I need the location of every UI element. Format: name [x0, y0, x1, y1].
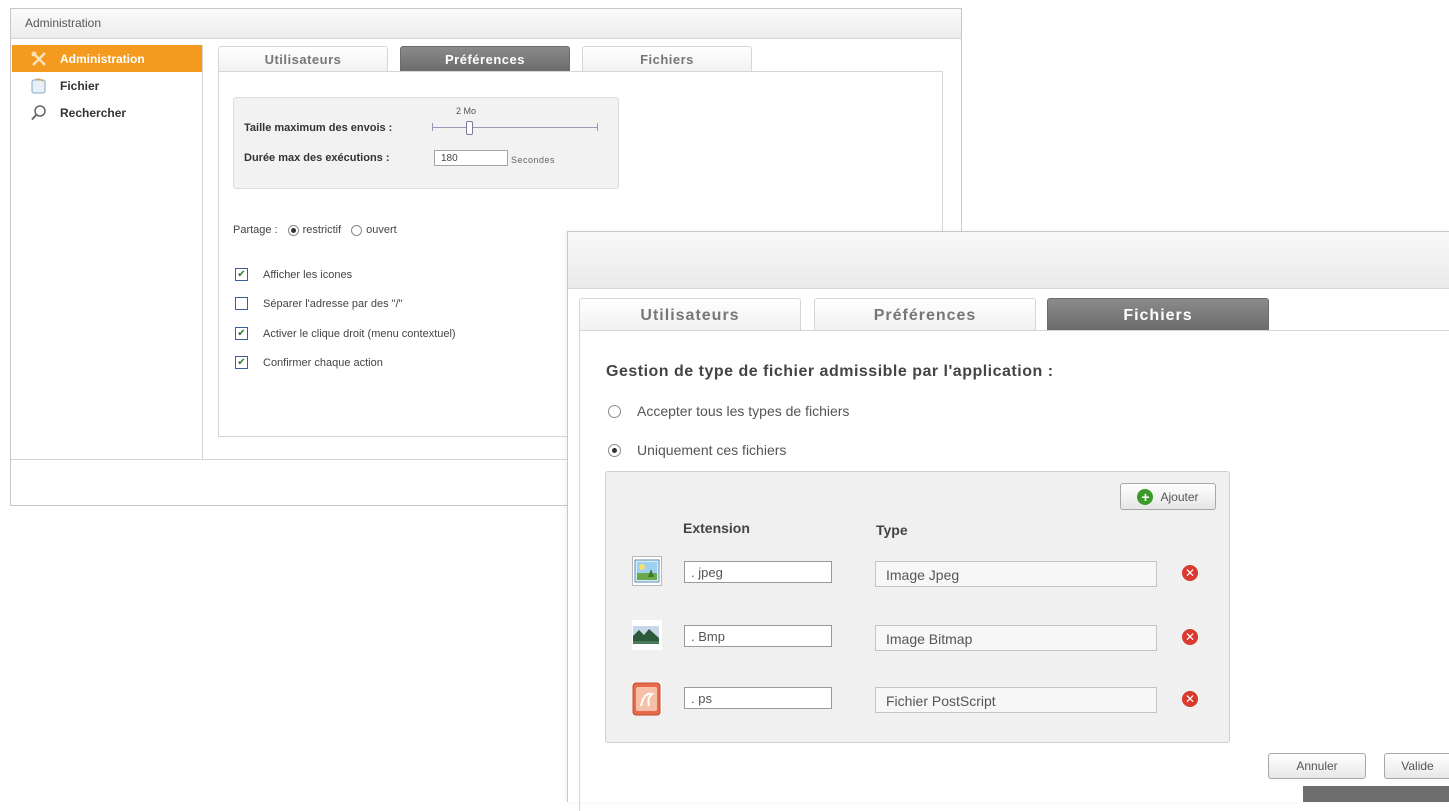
admin-window-front: Utilisateurs Préférences Fichiers Gestio…	[567, 231, 1449, 811]
column-header-extension: Extension	[683, 520, 750, 536]
tools-icon	[30, 50, 48, 68]
share-option-label: ouvert	[366, 224, 397, 236]
file-row: . Bmp Image Bitmap ✕	[632, 620, 1212, 654]
type-input[interactable]: Image Bitmap	[875, 625, 1157, 651]
extension-input[interactable]: . jpeg	[684, 561, 832, 583]
cancel-button[interactable]: Annuler	[1268, 753, 1366, 779]
sidebar-item-rechercher[interactable]: Rechercher	[12, 99, 202, 126]
slider-track-start	[432, 123, 433, 131]
tab-fichiers[interactable]: Fichiers	[582, 46, 752, 71]
landscape-icon	[632, 620, 662, 650]
checkbox-row: ✔ Activer le clique droit (menu contextu…	[235, 327, 456, 340]
tab-bar: Utilisateurs Préférences Fichiers	[218, 46, 938, 71]
section-heading: Gestion de type de fichier admissible pa…	[606, 363, 1054, 380]
slider-handle[interactable]	[466, 121, 473, 135]
postscript-icon	[632, 682, 662, 716]
radio-row: Uniquement ces fichiers	[608, 442, 786, 458]
share-radio-ouvert[interactable]	[351, 224, 363, 236]
share-row: Partage : restrictif ouvert	[233, 224, 397, 236]
tab-preferences[interactable]: Préférences	[814, 298, 1036, 331]
max-exec-input[interactable]: 180	[434, 150, 508, 166]
extension-input[interactable]: . Bmp	[684, 625, 832, 647]
plus-icon: +	[1137, 488, 1154, 505]
tab-utilisateurs[interactable]: Utilisateurs	[579, 298, 801, 331]
type-input[interactable]: Image Jpeg	[875, 561, 1157, 587]
file-icon	[30, 77, 48, 95]
max-upload-label: Taille maximum des envois :	[244, 122, 393, 134]
column-header-type: Type	[876, 522, 908, 538]
tab-utilisateurs[interactable]: Utilisateurs	[218, 46, 388, 71]
checkbox-clique-droit[interactable]: ✔	[235, 327, 248, 340]
radio-label: Uniquement ces fichiers	[637, 442, 787, 458]
limits-box: Taille maximum des envois : 2 Mo Durée m…	[233, 97, 619, 189]
file-row: . jpeg Image Jpeg ✕	[632, 556, 1212, 590]
radio-only-these[interactable]	[608, 443, 621, 457]
file-row: . ps Fichier PostScript ✕	[632, 682, 1212, 716]
checkbox-row: ✔ Afficher les icones	[235, 268, 352, 281]
magnifier-icon	[30, 104, 48, 122]
sidebar-item-administration[interactable]: Administration	[12, 45, 202, 72]
window-title: Administration	[11, 9, 961, 39]
checkbox-confirmer-action[interactable]: ✔	[235, 356, 248, 369]
checkbox-label: Confirmer chaque action	[263, 356, 383, 369]
tab-preferences[interactable]: Préférences	[400, 46, 570, 71]
share-radio-restrictif[interactable]	[287, 224, 299, 236]
add-button[interactable]: + Ajouter	[1120, 483, 1216, 510]
sidebar: Administration Fichier Rechercher	[12, 45, 203, 459]
file-types-box: + Ajouter Extension Type . jpeg Image Jp…	[605, 471, 1230, 743]
add-button-label: Ajouter	[1160, 489, 1199, 504]
type-input[interactable]: Fichier PostScript	[875, 687, 1157, 713]
radio-label: Accepter tous les types de fichiers	[637, 403, 850, 419]
slider-track[interactable]	[432, 127, 598, 128]
checkbox-separer-adresse[interactable]	[235, 297, 248, 310]
delete-icon[interactable]: ✕	[1182, 629, 1198, 645]
validate-button[interactable]: Valide	[1384, 753, 1449, 779]
tab-fichiers[interactable]: Fichiers	[1047, 298, 1269, 331]
bottom-bar	[1303, 786, 1449, 802]
sidebar-item-label: Rechercher	[60, 105, 127, 120]
delete-icon[interactable]: ✕	[1182, 565, 1198, 581]
radio-accept-all[interactable]	[608, 404, 621, 418]
checkbox-afficher-icones[interactable]: ✔	[235, 268, 248, 281]
image-icon	[632, 556, 662, 586]
checkbox-row: Séparer l'adresse par des "/"	[235, 297, 403, 310]
slider-track-end	[597, 123, 598, 131]
checkbox-label: Afficher les icones	[263, 268, 353, 281]
tab-bar: Utilisateurs Préférences Fichiers	[579, 298, 1449, 331]
share-label: Partage :	[233, 224, 278, 236]
sidebar-item-fichier[interactable]: Fichier	[12, 72, 202, 99]
delete-icon[interactable]: ✕	[1182, 691, 1198, 707]
window-titlebar	[568, 232, 1449, 289]
checkbox-label: Activer le clique droit (menu contextuel…	[263, 327, 456, 340]
sidebar-item-label: Administration	[60, 51, 145, 66]
max-exec-unit: Secondes	[511, 155, 556, 165]
slider-value: 2 Mo	[456, 106, 477, 116]
extension-input[interactable]: . ps	[684, 687, 832, 709]
share-option-label: restrictif	[302, 224, 342, 236]
sidebar-item-label: Fichier	[60, 78, 100, 93]
radio-row: Accepter tous les types de fichiers	[608, 403, 849, 419]
checkbox-row: ✔ Confirmer chaque action	[235, 356, 383, 369]
checkbox-label: Séparer l'adresse par des "/"	[263, 297, 403, 310]
max-exec-label: Durée max des exécutions :	[244, 152, 390, 164]
